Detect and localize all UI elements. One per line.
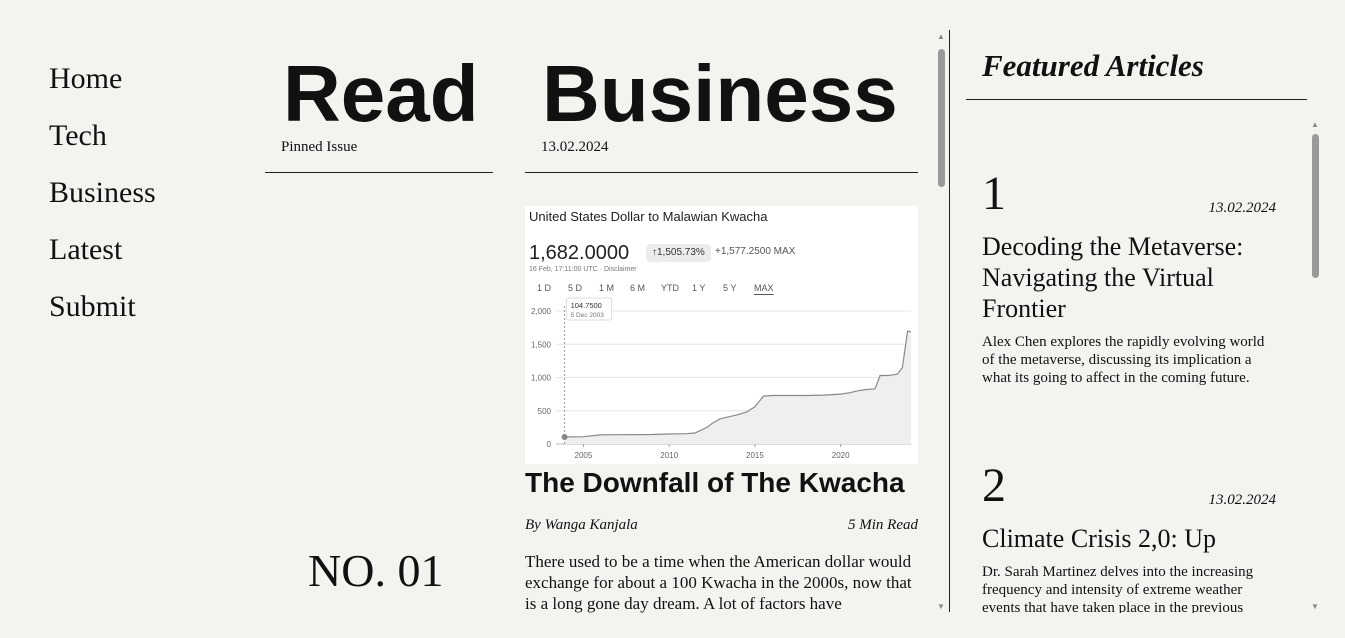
featured-item-title[interactable]: Decoding the Metaverse: Navigating the V… bbox=[982, 231, 1276, 324]
chart-x-tick-label: 2005 bbox=[575, 451, 593, 460]
main-nav: Home Tech Business Latest Submit bbox=[49, 50, 156, 335]
chart-range-tab[interactable]: 1 M bbox=[599, 283, 630, 293]
article-byline: By Wanga Kanjala bbox=[525, 517, 638, 533]
scroll-up-arrow-icon[interactable]: ▲ bbox=[935, 32, 947, 42]
chart-x-tick-label: 2010 bbox=[660, 451, 678, 460]
chart-timestamp: 16 Feb, 17:11:00 UTC · Disclaimer bbox=[529, 266, 637, 273]
nav-latest[interactable]: Latest bbox=[49, 221, 156, 278]
chart-range-tabs: 1 D5 D1 M6 M YTD 1 Y5 Y MAX bbox=[537, 283, 785, 293]
chart-title: United States Dollar to Malawian Kwacha bbox=[529, 209, 768, 224]
chart-y-tick-label: 1,000 bbox=[531, 374, 552, 383]
chart-range-tab[interactable]: YTD bbox=[661, 283, 692, 293]
section-title: Business bbox=[542, 49, 898, 138]
chart-y-tick-label: 2,000 bbox=[531, 307, 552, 316]
featured-item-desc: Alex Chen explores the rapidly evolving … bbox=[982, 334, 1265, 386]
pinned-label: Pinned Issue bbox=[281, 139, 358, 155]
featured-item[interactable]: 2 13.02.2024 Climate Crisis 2,0: Up Dr. … bbox=[982, 462, 1277, 614]
main-scrollbar[interactable]: ▲ ▼ bbox=[935, 32, 947, 612]
page: Home Tech Business Latest Submit Read Pi… bbox=[0, 0, 1345, 638]
exchange-rate-chart: United States Dollar to Malawian Kwacha … bbox=[525, 206, 918, 464]
featured-item[interactable]: 1 13.02.2024 Decoding the Metaverse: Nav… bbox=[982, 170, 1276, 387]
chart-range-tab[interactable]: 5 Y bbox=[723, 283, 754, 293]
chart-tooltip-value: 104.7500 bbox=[571, 301, 602, 310]
section-date: 13.02.2024 bbox=[541, 139, 609, 155]
chart-x-tick-label: 2020 bbox=[832, 451, 850, 460]
chart-range-tab[interactable]: 5 D bbox=[568, 283, 599, 293]
featured-articles-panel: Featured Articles 1 13.02.2024 Decoding … bbox=[966, 0, 1345, 638]
chart-change-badge: ↑1,505.73% bbox=[646, 244, 711, 262]
featured-item-title[interactable]: Climate Crisis 2,0: Up bbox=[982, 523, 1276, 554]
chart-range-tab[interactable]: 1 D bbox=[537, 283, 568, 293]
featured-item-desc: Dr. Sarah Martinez delves into the incre… bbox=[982, 564, 1254, 613]
chart-x-tick-label: 2015 bbox=[746, 451, 764, 460]
chart-plot: 0 500 1,000 1,500 2,000 2005 2010 2015 2020 104.7… bbox=[531, 297, 912, 460]
featured-divider bbox=[966, 99, 1307, 100]
chart-y-tick-label: 0 bbox=[547, 440, 552, 449]
chart-tooltip-date: 5 Dec 2003 bbox=[571, 312, 605, 319]
scroll-up-arrow-icon[interactable]: ▲ bbox=[1309, 120, 1321, 130]
chart-area bbox=[564, 331, 911, 444]
featured-title: Featured Articles bbox=[982, 48, 1204, 83]
scroll-down-arrow-icon[interactable]: ▼ bbox=[935, 602, 947, 612]
chart-current-value: 1,682.0000 bbox=[529, 242, 630, 264]
chart-range-tab[interactable]: 6 M bbox=[630, 283, 661, 293]
featured-date: 13.02.2024 bbox=[1208, 200, 1277, 216]
scroll-thumb[interactable] bbox=[1312, 134, 1319, 278]
nav-tech[interactable]: Tech bbox=[49, 107, 156, 164]
featured-list: 1 13.02.2024 Decoding the Metaverse: Nav… bbox=[966, 120, 1296, 614]
chart-hover-point bbox=[561, 434, 568, 441]
nav-home[interactable]: Home bbox=[49, 50, 156, 107]
article-body: There used to be a time when the America… bbox=[525, 552, 912, 613]
nav-submit[interactable]: Submit bbox=[49, 278, 156, 335]
article-read-time: 5 Min Read bbox=[848, 517, 918, 533]
issue-number: NO. 01 bbox=[308, 545, 444, 596]
section-divider bbox=[525, 172, 918, 173]
chart-y-tick-label: 1,500 bbox=[531, 340, 552, 349]
chart-range-tab[interactable]: 1 Y bbox=[692, 283, 723, 293]
chart-change-absolute: +1,577.2500 MAX bbox=[715, 246, 796, 257]
pinned-divider bbox=[265, 172, 493, 173]
pinned-issue-column: Read Pinned Issue NO. 01 bbox=[265, 0, 493, 638]
pinned-title: Read bbox=[283, 49, 479, 138]
business-article-column: Business 13.02.2024 United States Dollar… bbox=[525, 0, 918, 638]
nav-business[interactable]: Business bbox=[49, 164, 156, 221]
featured-scrollbar[interactable]: ▲ ▼ bbox=[1309, 120, 1321, 612]
chart-y-tick-label: 500 bbox=[538, 407, 552, 416]
column-divider bbox=[949, 30, 950, 612]
chart-range-tab[interactable]: MAX bbox=[754, 283, 785, 293]
scroll-down-arrow-icon[interactable]: ▼ bbox=[1309, 602, 1321, 612]
featured-date: 13.02.2024 bbox=[1208, 492, 1277, 508]
scroll-thumb[interactable] bbox=[938, 49, 945, 187]
article-title[interactable]: The Downfall of The Kwacha bbox=[525, 467, 905, 499]
